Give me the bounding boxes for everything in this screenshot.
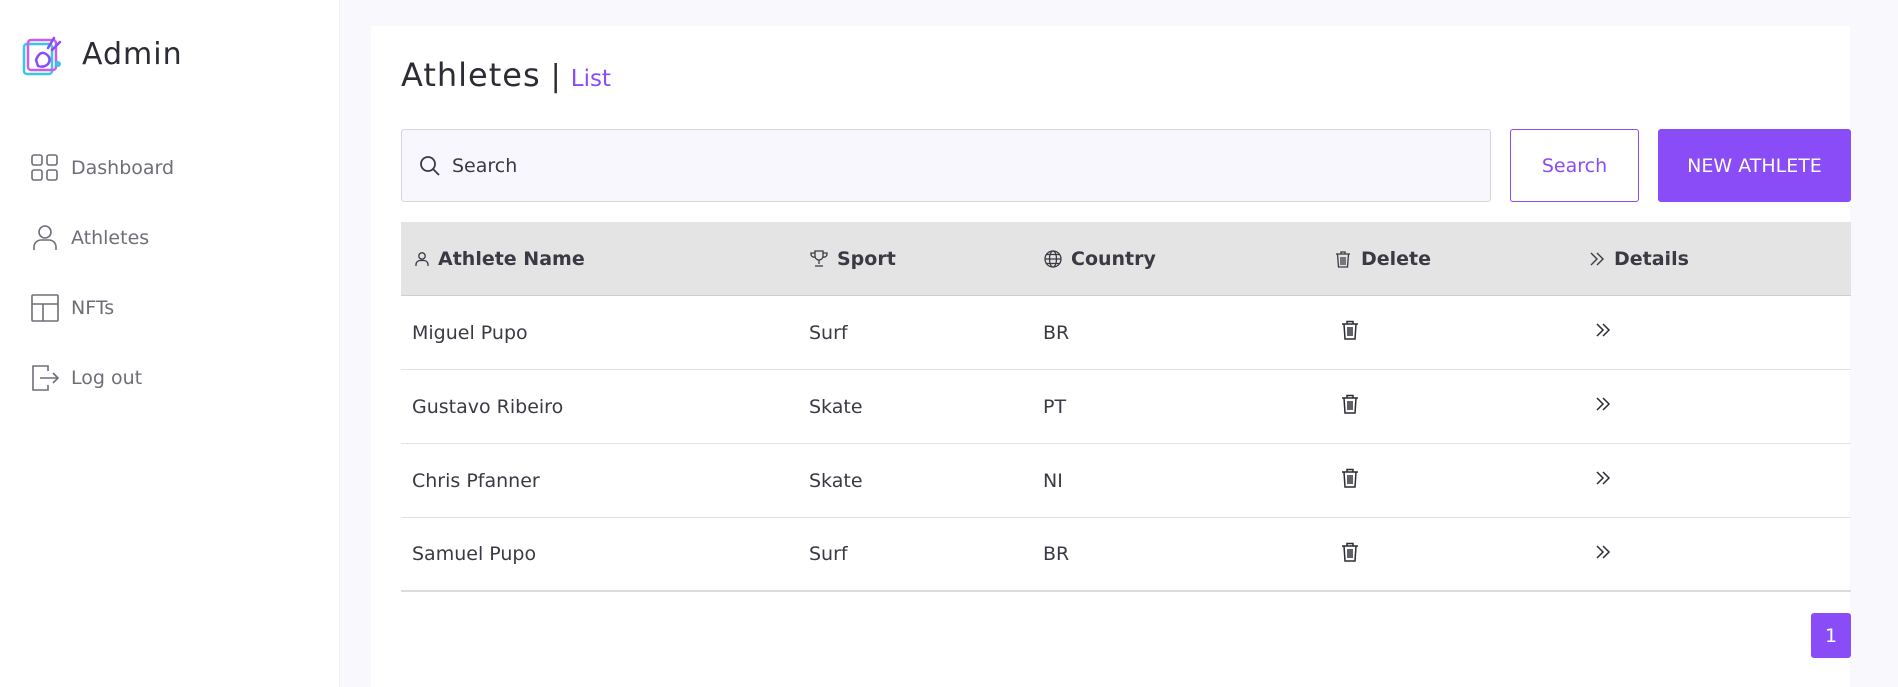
column-header-name[interactable]: Athlete Name <box>401 248 809 270</box>
details-button[interactable] <box>1594 321 1612 339</box>
sidebar: Admin Dashboard Athletes NFTs Log out <box>0 0 340 687</box>
sidebar-item-nfts[interactable]: NFTs <box>30 287 174 329</box>
column-header-label: Delete <box>1361 247 1432 270</box>
page-subtitle: List <box>570 66 611 92</box>
sidebar-nav: Dashboard Athletes NFTs Log out <box>30 147 174 427</box>
details-button[interactable] <box>1594 543 1612 561</box>
chevrons-right-icon <box>1596 544 1611 559</box>
cell-details <box>1588 543 1851 566</box>
sidebar-item-athletes[interactable]: Athletes <box>30 217 174 259</box>
trash-icon <box>1336 250 1350 268</box>
column-header-label: Sport <box>837 247 896 270</box>
column-header-details: Details <box>1588 248 1851 270</box>
sidebar-item-label: NFTs <box>71 297 115 319</box>
sidebar-item-label: Dashboard <box>71 157 175 179</box>
table-header: Athlete Name Sport Country Delete Detail… <box>401 222 1851 296</box>
cell-delete <box>1333 467 1588 494</box>
logo-icon <box>22 36 62 76</box>
cell-athlete-name: Miguel Pupo <box>412 321 528 344</box>
column-header-label: Details <box>1614 247 1689 270</box>
column-header-country[interactable]: Country <box>1043 248 1333 270</box>
cell-country: BR <box>1043 543 1070 565</box>
page-title: Athletes <box>401 56 541 94</box>
chevrons-right-icon <box>1596 471 1611 485</box>
layout-icon <box>31 294 59 322</box>
cell-country: BR <box>1043 321 1070 344</box>
new-athlete-button[interactable]: NEW ATHLETE <box>1658 129 1851 202</box>
search-field[interactable] <box>401 129 1491 202</box>
title-separator: | <box>550 59 561 94</box>
table-row: Samuel Pupo Surf BR <box>401 518 1851 592</box>
search-input[interactable] <box>452 154 1452 177</box>
sidebar-item-logout[interactable]: Log out <box>30 357 174 399</box>
cell-details <box>1588 321 1851 344</box>
sidebar-item-label: Log out <box>71 367 143 389</box>
logout-icon <box>32 365 60 391</box>
table-row: Chris Pfanner Skate NI <box>401 444 1851 518</box>
cell-athlete-name: Chris Pfanner <box>412 469 540 492</box>
chevrons-right-icon <box>1590 252 1604 265</box>
user-icon <box>415 251 429 266</box>
pagination-page-button[interactable]: 1 <box>1811 613 1851 658</box>
search-button[interactable]: Search <box>1510 129 1639 202</box>
delete-button[interactable] <box>1340 467 1360 489</box>
sidebar-item-dashboard[interactable]: Dashboard <box>30 147 174 189</box>
chevrons-right-icon <box>1596 397 1611 411</box>
globe-icon <box>1044 249 1062 268</box>
cell-athlete-name: Samuel Pupo <box>412 543 537 565</box>
delete-button[interactable] <box>1340 393 1360 415</box>
table-row: Miguel Pupo Surf BR <box>401 296 1851 370</box>
delete-button[interactable] <box>1340 319 1360 341</box>
cell-delete <box>1333 541 1588 568</box>
cell-delete <box>1333 319 1588 346</box>
page-header: Athletes | List <box>401 56 611 94</box>
cell-delete <box>1333 393 1588 420</box>
main-panel: Athletes | List Search NEW ATHLETE Athle… <box>371 26 1851 687</box>
brand-name: Admin <box>82 36 183 72</box>
trash-icon <box>1342 320 1358 340</box>
cell-sport: Surf <box>809 321 848 344</box>
cell-athlete-name: Gustavo Ribeiro <box>412 395 564 418</box>
trash-icon <box>1342 542 1358 562</box>
cell-country: PT <box>1043 395 1067 418</box>
table-row: Gustavo Ribeiro Skate PT <box>401 370 1851 444</box>
sidebar-item-label: Athletes <box>71 227 150 249</box>
cell-sport: Skate <box>809 469 863 492</box>
column-header-sport[interactable]: Sport <box>809 248 1043 270</box>
cell-details <box>1588 469 1851 492</box>
trash-icon <box>1342 468 1358 488</box>
details-button[interactable] <box>1594 395 1612 413</box>
search-icon <box>420 155 440 176</box>
details-button[interactable] <box>1594 469 1612 487</box>
grid-icon <box>31 154 58 181</box>
cell-sport: Skate <box>809 395 863 418</box>
cell-country: NI <box>1043 469 1063 492</box>
cell-details <box>1588 395 1851 418</box>
column-header-label: Athlete Name <box>438 247 585 270</box>
trophy-icon <box>810 249 828 267</box>
user-icon <box>33 225 57 250</box>
athletes-table: Athlete Name Sport Country Delete Detail… <box>401 222 1851 592</box>
column-header-delete: Delete <box>1333 248 1588 270</box>
cell-sport: Surf <box>809 543 848 565</box>
delete-button[interactable] <box>1340 541 1360 563</box>
trash-icon <box>1342 394 1358 414</box>
chevrons-right-icon <box>1596 323 1611 337</box>
column-header-label: Country <box>1071 247 1156 270</box>
brand[interactable]: Admin <box>22 30 183 78</box>
